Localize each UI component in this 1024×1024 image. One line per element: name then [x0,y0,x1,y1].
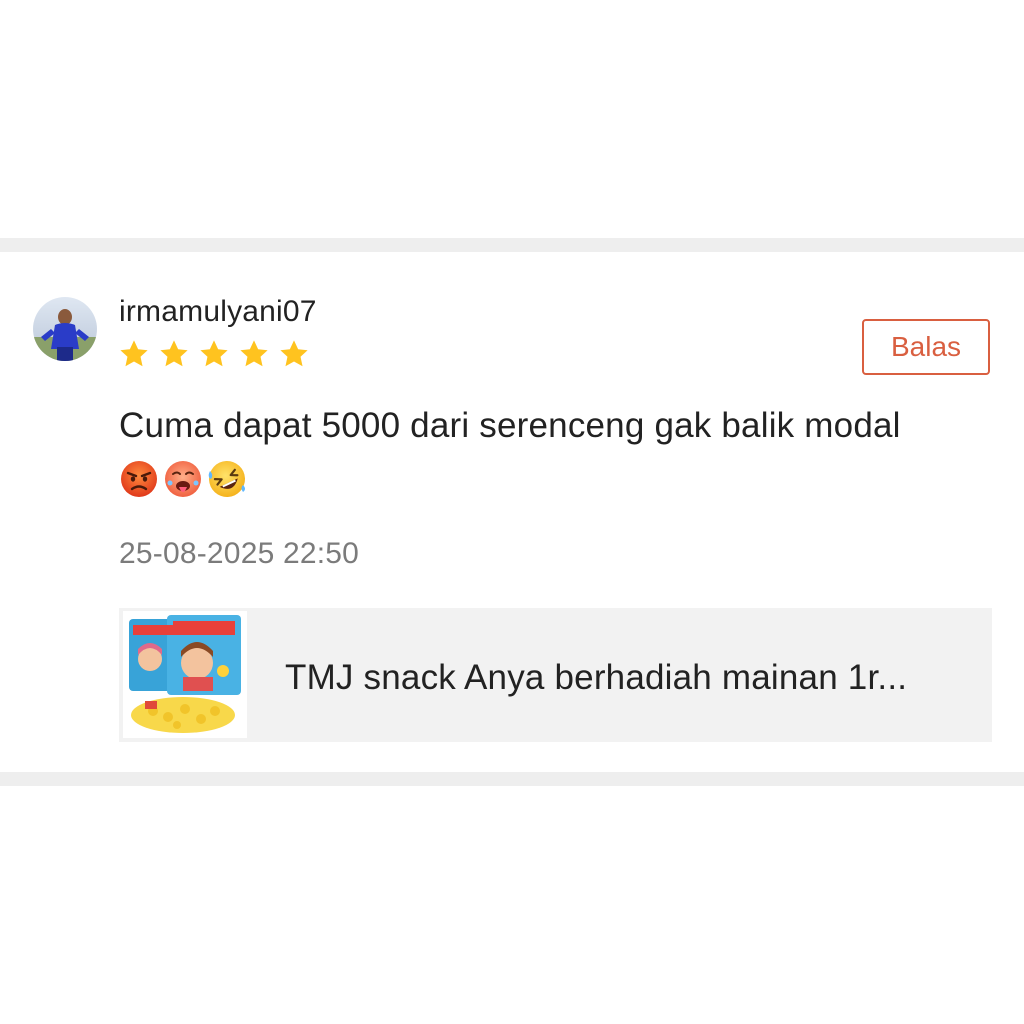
review-card: irmamulyani07 Balas Cuma dapat 5000 dari… [0,252,1024,772]
hot-face-emoji [165,461,201,497]
reply-button[interactable]: Balas [862,319,990,375]
star-icon [280,340,308,367]
product-card[interactable]: TMJ snack Anya berhadiah mainan 1r... [119,608,992,742]
section-divider-top [0,238,1024,252]
star-icon [240,340,268,367]
star-icon [200,340,228,367]
avatar[interactable] [33,297,97,361]
product-title: TMJ snack Anya berhadiah mainan 1r... [285,658,908,697]
angry-face-emoji [121,461,157,497]
star-icon [160,340,188,367]
snack-package-thumbnail [123,611,247,738]
rolling-laughing-emoji [208,461,245,497]
star-icon [120,340,148,367]
review-comment: Cuma dapat 5000 dari serenceng gak balik… [119,406,901,445]
rating-stars [118,338,310,372]
product-thumbnail [123,611,247,738]
section-divider-bottom [0,772,1024,786]
review-emojis [119,459,247,503]
review-timestamp: 25-08-2025 22:50 [119,537,360,570]
reviewer-username: irmamulyani07 [119,295,317,328]
